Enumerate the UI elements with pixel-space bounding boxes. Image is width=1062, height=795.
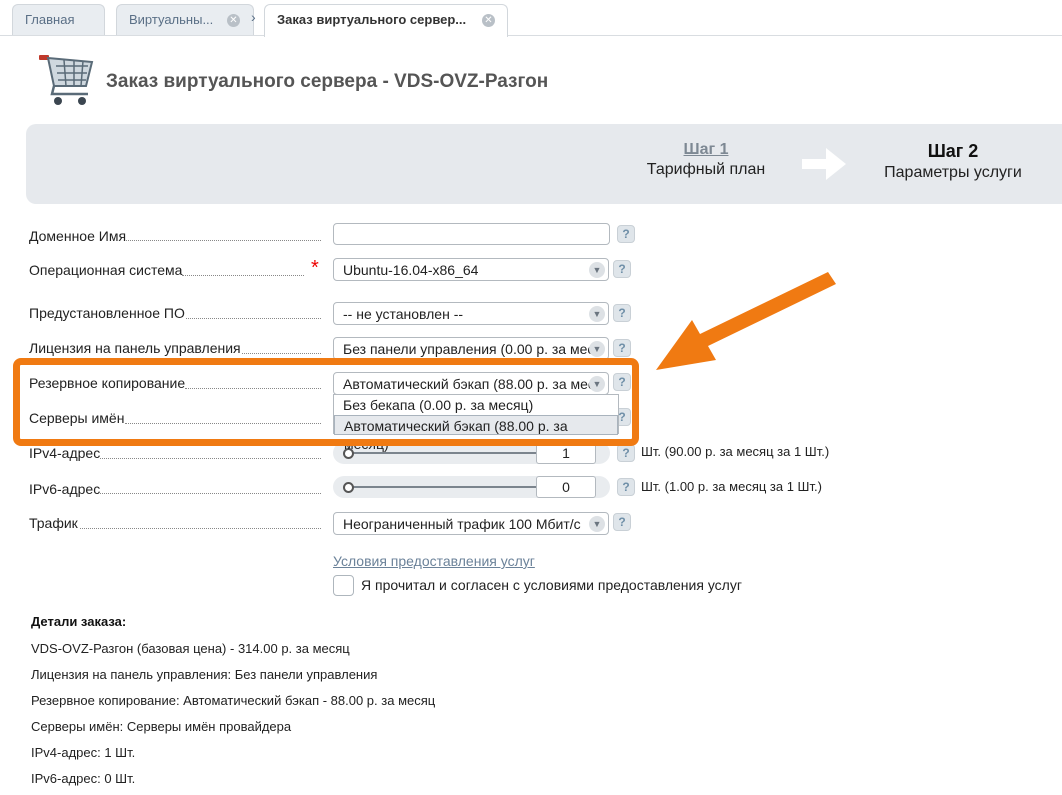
step-2-label: Параметры услуги [884, 164, 1022, 181]
help-icon[interactable]: ? [613, 373, 631, 391]
traffic-label: Трафик [29, 515, 78, 531]
chevron-right-icon: › [251, 9, 256, 25]
tab-bar-divider [0, 35, 1062, 36]
tab-virtual-servers-label: Виртуальны... [129, 12, 214, 27]
os-select[interactable]: Ubuntu-16.04-x86_64 ▼ [333, 258, 609, 281]
backup-select-value: Автоматический бэкап (88.00 р. за мес [343, 376, 595, 392]
arrow-right-icon [802, 148, 846, 180]
page-title: Заказ виртуального сервера - VDS-OVZ-Раз… [106, 71, 549, 92]
ipv6-slider[interactable]: 0 [333, 476, 610, 498]
traffic-select[interactable]: Неограниченный трафик 100 Мбит/с ▼ [333, 512, 609, 535]
ipv4-quantity-input[interactable]: 1 [536, 442, 596, 464]
close-icon[interactable]: ✕ [227, 14, 240, 27]
help-icon[interactable]: ? [613, 513, 631, 531]
label-leader [240, 353, 321, 354]
order-detail-line: Лицензия на панель управления: Без панел… [31, 667, 378, 682]
backup-label: Резервное копирование [29, 375, 186, 391]
chevron-down-icon[interactable]: ▼ [589, 341, 605, 357]
chevron-down-icon[interactable]: ▼ [589, 516, 605, 532]
software-select-value: -- не установлен -- [343, 306, 464, 322]
backup-option-auto[interactable]: Автоматический бэкап (88.00 р. за месяц) [334, 415, 618, 452]
tab-home[interactable]: Главная [12, 4, 105, 36]
nameservers-label: Серверы имён [29, 410, 125, 426]
agree-checkbox[interactable] [333, 575, 354, 596]
tab-order-server-label: Заказ виртуального сервер... [277, 12, 467, 27]
label-leader [80, 528, 321, 529]
step-2-number: Шаг 2 [927, 141, 979, 161]
license-select-value: Без панели управления (0.00 р. за мес [343, 341, 595, 357]
license-label: Лицензия на панель управления [29, 340, 241, 356]
os-select-value: Ubuntu-16.04-x86_64 [343, 262, 479, 278]
tab-home-label: Главная [25, 12, 75, 27]
help-icon[interactable]: ? [617, 225, 635, 243]
order-detail-line: Резервное копирование: Автоматический бэ… [31, 693, 436, 708]
software-label: Предустановленное ПО [29, 305, 185, 321]
slider-track [347, 486, 537, 488]
terms-link[interactable]: Условия предоставления услуг [333, 553, 535, 569]
domain-label: Доменное Имя [29, 228, 127, 244]
tab-virtual-servers[interactable]: Виртуальны... ✕ [116, 4, 254, 36]
ipv4-unit-price: Шт. (90.00 р. за месяц за 1 Шт.) [641, 444, 830, 459]
label-leader [125, 423, 321, 424]
help-icon[interactable]: ? [617, 444, 635, 462]
domain-input[interactable] [333, 223, 610, 245]
label-leader [185, 388, 321, 389]
order-detail-line: IPv4-адрес: 1 Шт. [31, 745, 136, 760]
step-1[interactable]: Шаг 1 Тарифный план [641, 141, 771, 179]
software-select[interactable]: -- не установлен -- ▼ [333, 302, 609, 325]
slider-handle[interactable] [343, 482, 354, 493]
help-icon[interactable]: ? [617, 478, 635, 496]
order-detail-line: Серверы имён: Серверы имён провайдера [31, 719, 292, 734]
backup-select[interactable]: Автоматический бэкап (88.00 р. за мес ▼ [333, 372, 609, 395]
help-icon[interactable]: ? [613, 304, 631, 322]
ipv6-unit-price: Шт. (1.00 р. за месяц за 1 Шт.) [641, 479, 822, 494]
chevron-down-icon[interactable]: ▼ [589, 376, 605, 392]
backup-option-none[interactable]: Без бекапа (0.00 р. за месяц) [334, 395, 618, 415]
step-1-number[interactable]: Шаг 1 [641, 141, 771, 159]
cart-icon [39, 55, 94, 105]
step-1-label: Тарифный план [646, 161, 766, 178]
label-leader [125, 240, 321, 241]
order-details-title: Детали заказа: [31, 614, 127, 629]
traffic-select-value: Неограниченный трафик 100 Мбит/с [343, 516, 581, 532]
chevron-down-icon[interactable]: ▼ [589, 262, 605, 278]
order-detail-line: VDS-OVZ-Разгон (базовая цена) - 314.00 р… [31, 641, 350, 656]
license-select[interactable]: Без панели управления (0.00 р. за мес ▼ [333, 337, 609, 360]
annotation-arrow-icon [656, 272, 836, 370]
tab-bar: Главная Виртуальны... ✕ › Заказ виртуаль… [0, 0, 1062, 37]
chevron-down-icon[interactable]: ▼ [589, 306, 605, 322]
order-detail-line: IPv6-адрес: 0 Шт. [31, 771, 136, 786]
agree-label: Я прочитал и согласен с условиями предос… [361, 577, 742, 593]
ipv4-label: IPv4-адрес [29, 445, 101, 461]
label-leader [183, 318, 321, 319]
label-leader [182, 275, 304, 276]
ipv6-quantity-input[interactable]: 0 [536, 476, 596, 498]
close-icon[interactable]: ✕ [482, 14, 495, 27]
label-leader [100, 458, 321, 459]
ipv6-label: IPv6-адрес [29, 481, 101, 497]
backup-dropdown: Без бекапа (0.00 р. за месяц) Автоматиче… [333, 394, 619, 452]
step-2: Шаг 2 Параметры услуги [873, 141, 1033, 182]
tab-order-server[interactable]: Заказ виртуального сервер... ✕ [264, 4, 508, 37]
label-leader [100, 493, 321, 494]
help-icon[interactable]: ? [613, 339, 631, 357]
help-icon[interactable]: ? [613, 260, 631, 278]
required-asterisk: * [311, 257, 319, 279]
os-label: Операционная система [29, 262, 183, 278]
